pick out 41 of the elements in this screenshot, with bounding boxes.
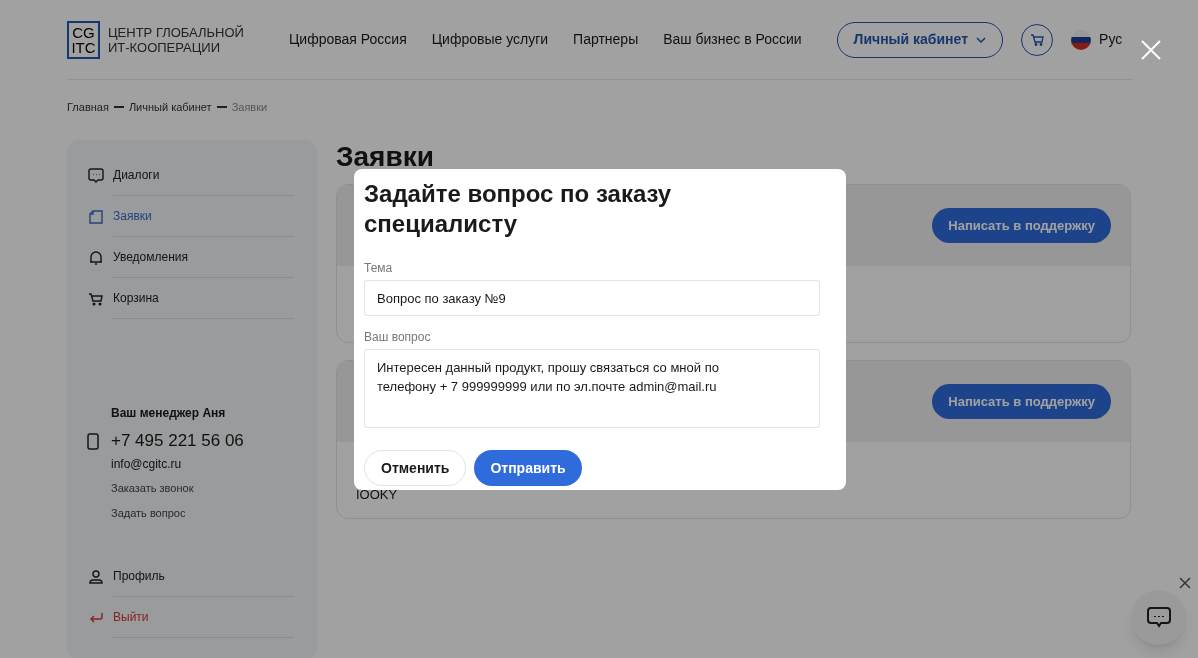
bell-icon: [87, 248, 105, 267]
question-textarea[interactable]: Интересен данный продукт, прошу связаться со мной по телефону + 7 999999999 или по эл.почте admin@mail.ru: [364, 349, 820, 428]
breadcrumb-link[interactable]: Главная: [67, 98, 109, 116]
nav-link[interactable]: Ваш бизнес в России: [663, 29, 802, 50]
nav-link[interactable]: Цифровая Россия: [289, 29, 407, 50]
submit-button[interactable]: Отправить: [474, 450, 582, 486]
modal-title: Задайте вопрос по заказу специалисту: [364, 179, 673, 239]
sidebar-item[interactable]: Выйти: [113, 597, 294, 638]
support-button[interactable]: Написать в поддержку: [932, 208, 1111, 243]
sidebar-item[interactable]: Корзина: [113, 278, 294, 319]
sidebar-item[interactable]: Уведомления: [113, 237, 294, 278]
chat-bubble-icon: [1145, 605, 1172, 630]
phone-icon: [87, 432, 99, 450]
bag-icon: [87, 207, 105, 226]
manager-link[interactable]: Заказать звонок: [111, 480, 294, 498]
email-link[interactable]: info@cgitc.ru: [111, 455, 294, 473]
person-icon: [87, 567, 105, 586]
support-button[interactable]: Написать в поддержку: [932, 384, 1111, 419]
close-icon[interactable]: [1179, 577, 1191, 589]
sidebar-item[interactable]: Диалоги: [113, 155, 294, 196]
page-title: Заявки: [336, 140, 435, 174]
flag-icon: [1071, 29, 1092, 50]
field-label: Ваш вопрос: [364, 329, 432, 344]
logo-text: ЦЕНТР ГЛОБАЛЬНОЙ: [108, 24, 244, 40]
nav-link[interactable]: Партнеры: [573, 29, 639, 50]
manager-link[interactable]: Задать вопрос: [111, 505, 294, 523]
logo-text: ИТ-КООПЕРАЦИИ: [108, 39, 222, 55]
subject-input[interactable]: Вопрос по заказу №9: [364, 280, 820, 316]
order-text: IOOKY: [356, 487, 398, 502]
nav-link[interactable]: Цифровые услуги: [431, 29, 549, 50]
field-label: Тема: [364, 260, 394, 275]
manager-name: Ваш менеджер Аня: [111, 405, 227, 422]
language-selector[interactable]: Рус: [1099, 29, 1123, 50]
chevron-down-icon: [976, 36, 987, 43]
phone-link[interactable]: +7 495 221 56 06: [111, 428, 244, 454]
logo-mark[interactable]: CG ITC: [67, 20, 100, 59]
sidebar-item[interactable]: Профиль: [113, 556, 294, 597]
sidebar-item[interactable]: Заявки: [113, 196, 294, 237]
cart-icon: [1030, 33, 1045, 46]
breadcrumb-link[interactable]: Личный кабинет: [128, 98, 212, 116]
chat-bubble-icon: [87, 166, 105, 185]
